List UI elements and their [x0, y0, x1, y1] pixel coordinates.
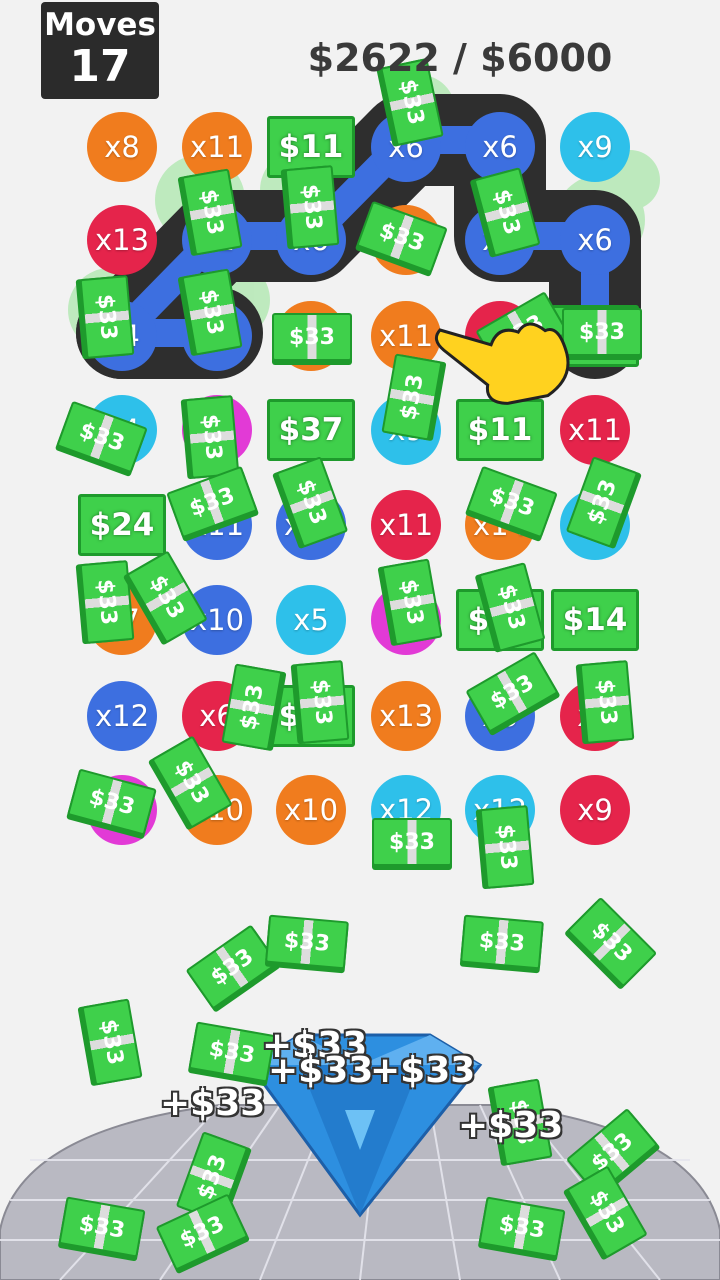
- floating-reward-text: +$33: [458, 1105, 564, 1146]
- floating-reward-text: +$33: [370, 1050, 476, 1091]
- floating-reward-text: +$33: [160, 1083, 266, 1124]
- moves-value: 17: [69, 41, 131, 92]
- money-progress: $2622 / $6000: [307, 36, 613, 80]
- moves-label: Moves: [44, 7, 156, 43]
- floating-reward-text: +$33: [268, 1050, 374, 1091]
- game-screen: x8x11$11x6x6x9x13x1x6x6x6x4x6x11x1$33x4x…: [0, 0, 720, 1280]
- moves-counter: Moves 17: [41, 2, 159, 99]
